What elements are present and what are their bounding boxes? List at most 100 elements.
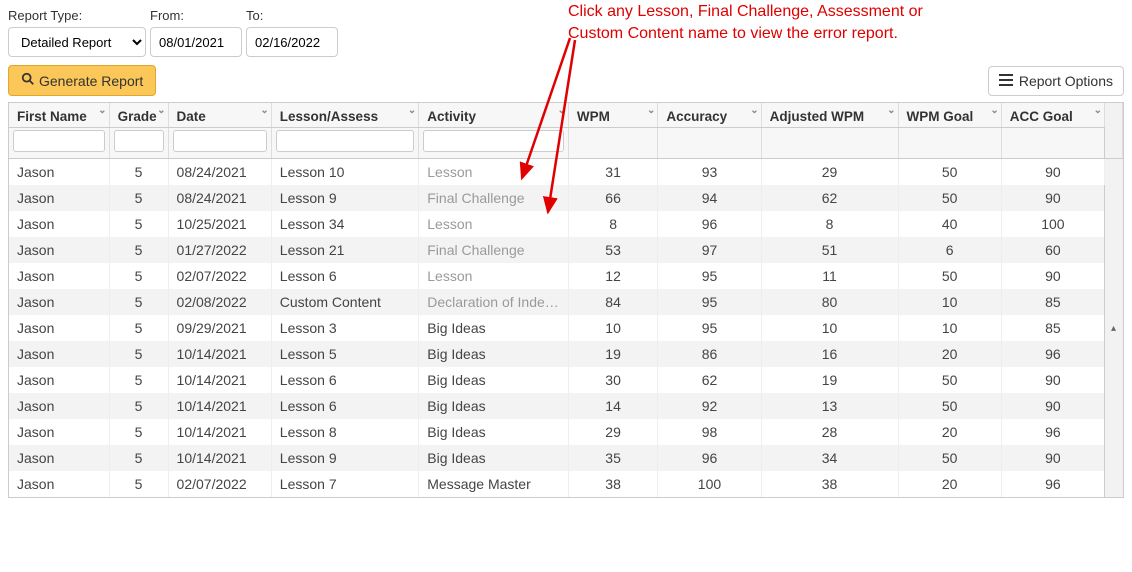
cell-grade: 5	[109, 159, 168, 186]
report-options-label: Report Options	[1019, 73, 1113, 89]
cell-accuracy: 96	[658, 211, 761, 237]
cell-activity: Message Master	[419, 471, 569, 497]
filter-input[interactable]	[423, 130, 564, 152]
sort-handle-icon[interactable]: ⌄	[408, 105, 416, 116]
cell-accuracy: 96	[658, 445, 761, 471]
cell-lesson: Lesson 9	[271, 185, 418, 211]
cell-adjusted-wpm: 34	[761, 445, 898, 471]
col-header[interactable]: WPM Goal⌄	[898, 103, 1001, 128]
to-date-input[interactable]	[246, 27, 338, 57]
cell-first-name: Jason	[9, 211, 109, 237]
cell-date: 01/27/2022	[168, 237, 271, 263]
col-header[interactable]: WPM⌄	[568, 103, 658, 128]
cell-accuracy: 95	[658, 315, 761, 341]
cell-wpm: 84	[568, 289, 658, 315]
cell-first-name: Jason	[9, 367, 109, 393]
cell-lesson: Custom Content	[271, 289, 418, 315]
table-row: Jason510/14/2021Lesson 8Big Ideas2998282…	[9, 419, 1123, 445]
cell-date: 02/07/2022	[168, 263, 271, 289]
cell-grade: 5	[109, 471, 168, 497]
cell-activity[interactable]: Final Challenge	[419, 237, 569, 263]
cell-activity[interactable]: Final Challenge	[419, 185, 569, 211]
col-header[interactable]: Lesson/Assess⌄	[271, 103, 418, 128]
cell-date: 10/25/2021	[168, 211, 271, 237]
sort-handle-icon[interactable]: ⌄	[1094, 105, 1102, 116]
cell-wpm-goal: 20	[898, 471, 1001, 497]
filter-input[interactable]	[13, 130, 105, 152]
col-header[interactable]: Adjusted WPM⌄	[761, 103, 898, 128]
cell-first-name: Jason	[9, 471, 109, 497]
cell-wpm: 30	[568, 367, 658, 393]
cell-wpm-goal: 10	[898, 315, 1001, 341]
generate-report-label: Generate Report	[39, 73, 143, 89]
from-date-input[interactable]	[150, 27, 242, 57]
cell-activity: Big Ideas	[419, 419, 569, 445]
filter-input[interactable]	[114, 130, 164, 152]
table-row: Jason508/24/2021Lesson 9Final Challenge6…	[9, 185, 1123, 211]
cell-lesson: Lesson 34	[271, 211, 418, 237]
sort-handle-icon[interactable]: ⌄	[750, 105, 758, 116]
cell-wpm: 10	[568, 315, 658, 341]
cell-grade: 5	[109, 263, 168, 289]
cell-grade: 5	[109, 393, 168, 419]
sort-handle-icon[interactable]: ⌄	[887, 105, 895, 116]
cell-wpm: 19	[568, 341, 658, 367]
cell-first-name: Jason	[9, 315, 109, 341]
cell-accuracy: 95	[658, 263, 761, 289]
filter-input[interactable]	[173, 130, 267, 152]
cell-acc-goal: 96	[1001, 419, 1104, 445]
cell-date: 10/14/2021	[168, 341, 271, 367]
cell-wpm-goal: 20	[898, 341, 1001, 367]
cell-accuracy: 93	[658, 159, 761, 186]
scrollbar[interactable]: ▴	[1105, 159, 1123, 498]
generate-report-button[interactable]: Generate Report	[8, 65, 156, 96]
cell-date: 09/29/2021	[168, 315, 271, 341]
cell-activity[interactable]: Declaration of Indep…	[419, 289, 569, 315]
cell-adjusted-wpm: 51	[761, 237, 898, 263]
cell-lesson: Lesson 6	[271, 367, 418, 393]
cell-adjusted-wpm: 80	[761, 289, 898, 315]
cell-wpm-goal: 50	[898, 263, 1001, 289]
to-label: To:	[246, 8, 338, 23]
filter-input[interactable]	[276, 130, 414, 152]
scroll-col	[1105, 103, 1123, 159]
cell-acc-goal: 96	[1001, 471, 1104, 497]
cell-adjusted-wpm: 11	[761, 263, 898, 289]
report-table-wrap: First Name⌄Grade⌄Date⌄Lesson/Assess⌄Acti…	[8, 102, 1124, 498]
report-type-label: Report Type:	[8, 8, 146, 23]
cell-wpm: 14	[568, 393, 658, 419]
col-header[interactable]: ACC Goal⌄	[1001, 103, 1104, 128]
cell-acc-goal: 90	[1001, 185, 1104, 211]
table-row: Jason510/14/2021Lesson 6Big Ideas1492135…	[9, 393, 1123, 419]
cell-activity: Big Ideas	[419, 341, 569, 367]
cell-wpm-goal: 50	[898, 367, 1001, 393]
sort-handle-icon[interactable]: ⌄	[157, 105, 165, 116]
cell-accuracy: 92	[658, 393, 761, 419]
cell-lesson: Lesson 21	[271, 237, 418, 263]
cell-grade: 5	[109, 341, 168, 367]
sort-handle-icon[interactable]: ⌄	[990, 105, 998, 116]
cell-lesson: Lesson 7	[271, 471, 418, 497]
report-type-select[interactable]: Detailed Report	[8, 27, 146, 57]
sort-handle-icon[interactable]: ⌄	[647, 105, 655, 116]
cell-grade: 5	[109, 367, 168, 393]
sort-handle-icon[interactable]: ⌄	[260, 105, 268, 116]
cell-activity[interactable]: Lesson	[419, 211, 569, 237]
cell-lesson: Lesson 6	[271, 393, 418, 419]
cell-activity[interactable]: Lesson	[419, 263, 569, 289]
col-header[interactable]: First Name⌄	[9, 103, 109, 128]
sort-handle-icon[interactable]: ⌄	[98, 105, 106, 116]
col-header[interactable]: Accuracy⌄	[658, 103, 761, 128]
cell-grade: 5	[109, 211, 168, 237]
col-header[interactable]: Activity⌄	[419, 103, 569, 128]
cell-activity[interactable]: Lesson	[419, 159, 569, 186]
table-row: Jason510/14/2021Lesson 5Big Ideas1986162…	[9, 341, 1123, 367]
scroll-up-icon[interactable]: ▴	[1105, 323, 1122, 334]
col-header[interactable]: Date⌄	[168, 103, 271, 128]
col-header[interactable]: Grade⌄	[109, 103, 168, 128]
cell-lesson: Lesson 6	[271, 263, 418, 289]
filter-cell	[761, 128, 898, 159]
sort-handle-icon[interactable]: ⌄	[557, 105, 565, 116]
report-options-button[interactable]: Report Options	[988, 66, 1124, 96]
cell-wpm: 31	[568, 159, 658, 186]
